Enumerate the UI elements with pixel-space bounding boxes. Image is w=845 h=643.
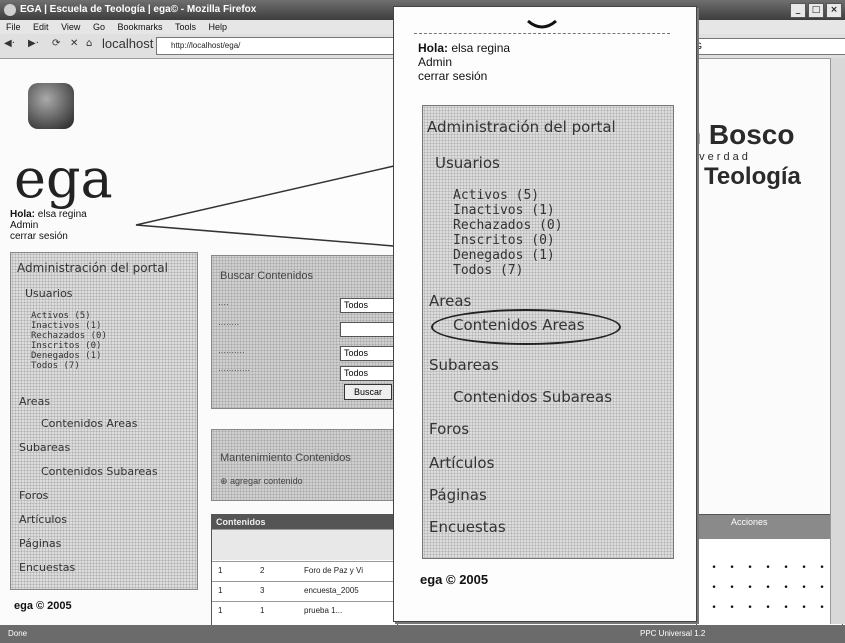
zoom-encuestas[interactable]: Encuestas — [429, 518, 506, 536]
callout-wedge — [135, 165, 395, 247]
zoom-users-rechazados[interactable]: Rechazados (0) — [453, 218, 563, 233]
zoom-foros[interactable]: Foros — [429, 420, 469, 438]
smile-mark-icon — [527, 19, 557, 29]
zoom-logout-link[interactable]: cerrar sesión — [418, 69, 510, 83]
zoom-users-list: Activos (5) Inactivos (1) Rechazados (0)… — [453, 188, 563, 278]
zoom-footer: ega © 2005 — [420, 572, 489, 587]
zoom-user-info: Hola: elsa regina Admin cerrar sesión — [418, 41, 510, 83]
zoom-user-role: Admin — [418, 55, 453, 69]
zoom-contenidos-subareas[interactable]: Contenidos Subareas — [453, 388, 612, 406]
zoom-users-activos[interactable]: Activos (5) — [453, 188, 563, 203]
zoom-contenidos-areas[interactable]: Contenidos Areas — [453, 316, 585, 334]
zoom-articulos[interactable]: Artículos — [429, 454, 494, 472]
zoom-user-name: elsa regina — [451, 41, 511, 55]
zoom-subareas[interactable]: Subareas — [429, 356, 499, 374]
zoom-divider — [414, 33, 670, 34]
zoom-users-inscritos[interactable]: Inscritos (0) — [453, 233, 563, 248]
zoom-users-todos[interactable]: Todos (7) — [453, 263, 563, 278]
zoom-greeting-label: Hola: — [418, 41, 448, 55]
zoom-usuarios[interactable]: Usuarios — [435, 154, 500, 172]
zoom-areas[interactable]: Areas — [429, 292, 471, 310]
zoom-users-inactivos[interactable]: Inactivos (1) — [453, 203, 563, 218]
zoom-admin-heading: Administración del portal — [427, 118, 616, 136]
zoom-admin-menu: Administración del portal Usuarios Activ… — [422, 105, 674, 559]
zoom-users-denegados[interactable]: Denegados (1) — [453, 248, 563, 263]
zoom-callout: Hola: elsa regina Admin cerrar sesión Ad… — [393, 6, 697, 622]
zoom-paginas[interactable]: Páginas — [429, 486, 487, 504]
